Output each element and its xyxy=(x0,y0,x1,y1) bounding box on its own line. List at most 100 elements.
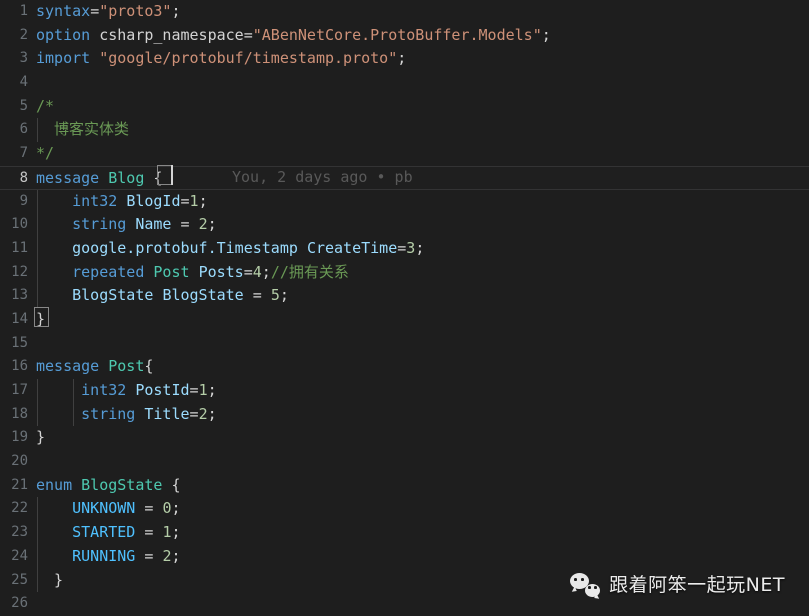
code-line[interactable]: 3 import "google/protobuf/timestamp.proto… xyxy=(0,47,809,71)
token: = xyxy=(135,546,163,565)
line-number: 18 xyxy=(11,405,28,422)
code-line[interactable]: 23 STARTED = 1; xyxy=(0,521,809,545)
token: { xyxy=(171,475,181,494)
code-text: option csharp_namespace="ABenNetCore.Pro… xyxy=(36,24,551,48)
token: 1 xyxy=(189,191,199,210)
token: BlogId xyxy=(126,191,181,210)
line-number: 3 xyxy=(19,50,28,67)
token: = xyxy=(171,215,199,234)
code-line[interactable]: 10 string Name = 2; xyxy=(0,213,809,237)
token: ; xyxy=(171,546,181,565)
code-text: message Blog { xyxy=(36,167,162,191)
code-line[interactable]: 15 xyxy=(0,332,809,356)
code-text: BlogState BlogState = 5; xyxy=(36,284,289,308)
code-text: string Title=2; xyxy=(36,403,217,427)
code-line[interactable]: 17 int32 PostId=1; xyxy=(0,379,809,403)
token: Name xyxy=(135,215,172,234)
code-line[interactable]: 13 BlogState BlogState = 5; xyxy=(0,284,809,308)
code-line[interactable]: 21 enum BlogState { xyxy=(0,474,809,498)
token: ; xyxy=(171,2,181,20)
token: Post xyxy=(108,357,145,376)
git-blame-annotation[interactable]: You, 2 days ago • pb xyxy=(232,166,413,190)
token: /* xyxy=(36,96,55,115)
code-editor[interactable]: 1 syntax="proto3"; 2 option csharp_namespac… xyxy=(0,0,809,612)
code-text: syntax="proto3"; xyxy=(36,0,181,24)
code-line[interactable]: 22 UNKNOWN = 0; xyxy=(0,497,809,522)
token: string xyxy=(81,404,136,423)
line-number: 7 xyxy=(19,145,28,162)
token: ; xyxy=(207,381,217,399)
text-cursor xyxy=(171,165,173,185)
line-number: 10 xyxy=(11,216,28,233)
code-line[interactable]: 14} xyxy=(0,308,809,332)
token: ; xyxy=(541,25,551,44)
code-text: int32 BlogId=1; xyxy=(36,190,207,214)
code-line[interactable]: 7 */ xyxy=(0,142,809,166)
editor-lines[interactable]: 1 syntax="proto3"; 2 option csharp_namespac… xyxy=(0,0,809,616)
bracket-match-open xyxy=(157,165,172,185)
code-text: /* xyxy=(36,95,54,119)
watermark-text: 跟着阿笨一起玩NET xyxy=(609,573,785,596)
code-line[interactable]: 9 int32 BlogId=1; xyxy=(0,189,809,214)
token: UNKNOWN xyxy=(72,499,136,518)
token: = xyxy=(243,25,253,44)
code-line[interactable]: 20 xyxy=(0,450,809,474)
code-line[interactable]: 24 RUNNING = 2; xyxy=(0,544,809,569)
code-line[interactable]: 4 xyxy=(0,71,809,95)
token: Blog xyxy=(108,168,145,187)
code-line[interactable]: 19} xyxy=(0,426,809,450)
token: enum xyxy=(36,475,73,494)
line-number: 16 xyxy=(11,358,28,375)
code-line[interactable]: 1 syntax="proto3"; xyxy=(0,0,809,24)
code-line[interactable]: 16 message Post{ xyxy=(0,355,809,379)
token: repeated xyxy=(72,262,145,281)
line-number: 11 xyxy=(11,239,28,256)
token: "ABenNetCore.ProtoBuffer.Models" xyxy=(252,25,542,44)
line-number: 13 xyxy=(11,287,28,304)
code-line[interactable]: 5 /* xyxy=(0,95,809,119)
line-number: 23 xyxy=(11,524,28,541)
token: RUNNING xyxy=(72,546,136,565)
token: import xyxy=(36,49,91,68)
token: message xyxy=(36,168,100,187)
code-line[interactable]: 2 option csharp_namespace="ABenNetCore.Pr… xyxy=(0,24,809,48)
line-number: 21 xyxy=(11,476,28,493)
token: option xyxy=(36,25,91,44)
code-line[interactable]: 11 google.protobuf.Timestamp CreateTime=… xyxy=(0,236,809,261)
token: Title xyxy=(144,404,190,423)
code-text: import "google/protobuf/timestamp.proto"… xyxy=(36,47,406,71)
token: ; xyxy=(261,262,271,281)
line-number: 19 xyxy=(11,429,28,446)
token: CreateTime xyxy=(306,238,398,257)
code-line[interactable]: 6 博客实体类 xyxy=(0,118,809,143)
token: ; xyxy=(207,404,217,423)
line-number: 5 xyxy=(19,97,28,114)
token: { xyxy=(144,357,154,376)
token: PostId xyxy=(135,381,190,399)
token: //拥有关系 xyxy=(270,262,349,281)
line-number: 17 xyxy=(11,382,28,398)
code-line[interactable]: 18 string Title=2; xyxy=(0,402,809,427)
code-text: string Name = 2; xyxy=(36,213,217,237)
code-text: STARTED = 1; xyxy=(36,521,180,545)
token: "google/protobuf/timestamp.proto" xyxy=(99,49,398,68)
line-number: 9 xyxy=(19,192,28,209)
bracket-match-close xyxy=(34,307,49,327)
line-number: 2 xyxy=(19,26,28,43)
code-text: } xyxy=(36,569,63,593)
line-number: 15 xyxy=(11,334,28,351)
token: STARTED xyxy=(72,523,136,542)
line-number: 14 xyxy=(11,310,28,327)
code-line[interactable]: 12 repeated Post Posts=4;//拥有关系 xyxy=(0,260,809,285)
code-text: int32 PostId=1; xyxy=(36,379,217,403)
